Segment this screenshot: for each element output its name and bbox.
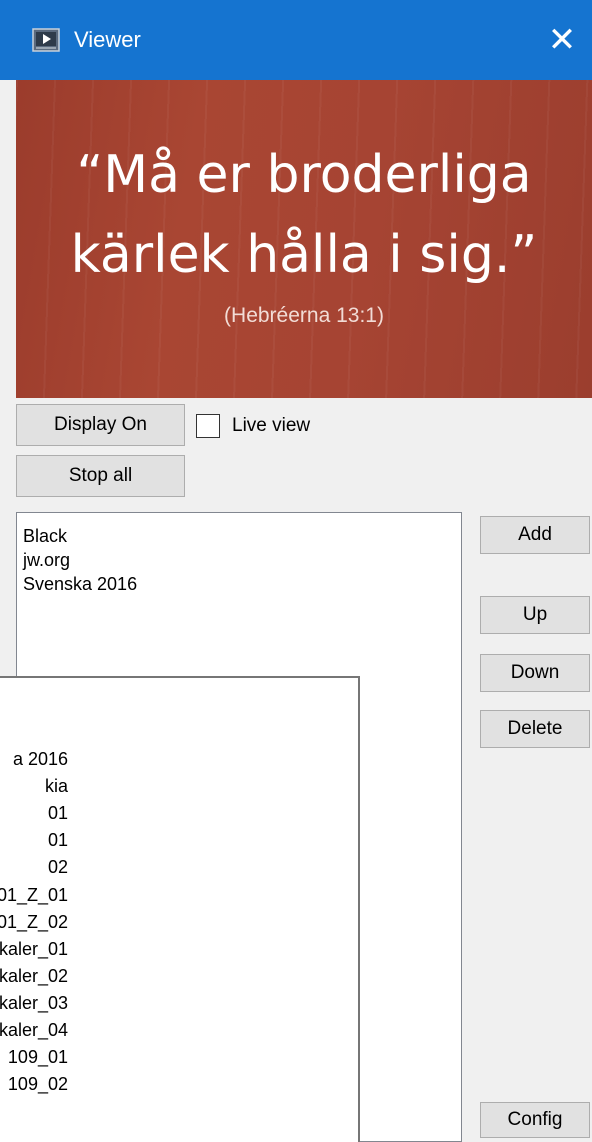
preview-quote-line-1: “Må er broderliga (76, 145, 532, 205)
dropdown-item-label: kia (44, 776, 68, 796)
dropdown-item-label: 02 (47, 857, 68, 877)
live-view-label[interactable]: Live view (232, 414, 310, 438)
overlay-dropdown-list[interactable]: a 2016 kia 01 01 02 01_Z_01 01_Z_02 kale… (0, 676, 360, 1142)
preview-display: “Må er broderliga kärlek hålla i sig.” (… (16, 80, 592, 398)
preview-reference: (Hebréerna 13:1) (224, 304, 384, 327)
list-item[interactable]: Svenska 2016 (23, 573, 137, 595)
dropdown-item-label: 109_02 (7, 1074, 68, 1094)
title-bar: Viewer ✕ (0, 0, 592, 80)
list-item[interactable]: Black (23, 525, 67, 547)
list-item[interactable]: jw.org (23, 549, 70, 571)
media-player-icon (32, 28, 60, 52)
dropdown-item-label: 01 (47, 803, 68, 823)
up-button[interactable]: Up (480, 596, 590, 634)
dropdown-item-label: 01_Z_02 (0, 912, 68, 932)
dropdown-item-label: kaler_01 (0, 939, 68, 959)
live-view-checkbox[interactable] (196, 414, 220, 438)
add-button[interactable]: Add (480, 516, 590, 554)
dropdown-item-label: kaler_03 (0, 993, 68, 1013)
dropdown-item-label: 01_Z_01 (0, 885, 68, 905)
config-button[interactable]: Config (480, 1102, 590, 1138)
dropdown-item-label: kaler_02 (0, 966, 68, 986)
dropdown-item-label: 01 (47, 830, 68, 850)
stop-all-button[interactable]: Stop all (16, 455, 185, 497)
dropdown-item-label: a 2016 (12, 749, 68, 769)
preview-quote-line-2: kärlek hålla i sig.” (70, 225, 538, 285)
delete-button[interactable]: Delete (480, 710, 590, 748)
dropdown-item-label: kaler_04 (0, 1020, 68, 1040)
display-on-button[interactable]: Display On (16, 404, 185, 446)
close-button[interactable]: ✕ (532, 0, 592, 80)
dropdown-item-label: 109_01 (7, 1047, 68, 1067)
window-title: Viewer (74, 27, 141, 52)
down-button[interactable]: Down (480, 654, 590, 692)
